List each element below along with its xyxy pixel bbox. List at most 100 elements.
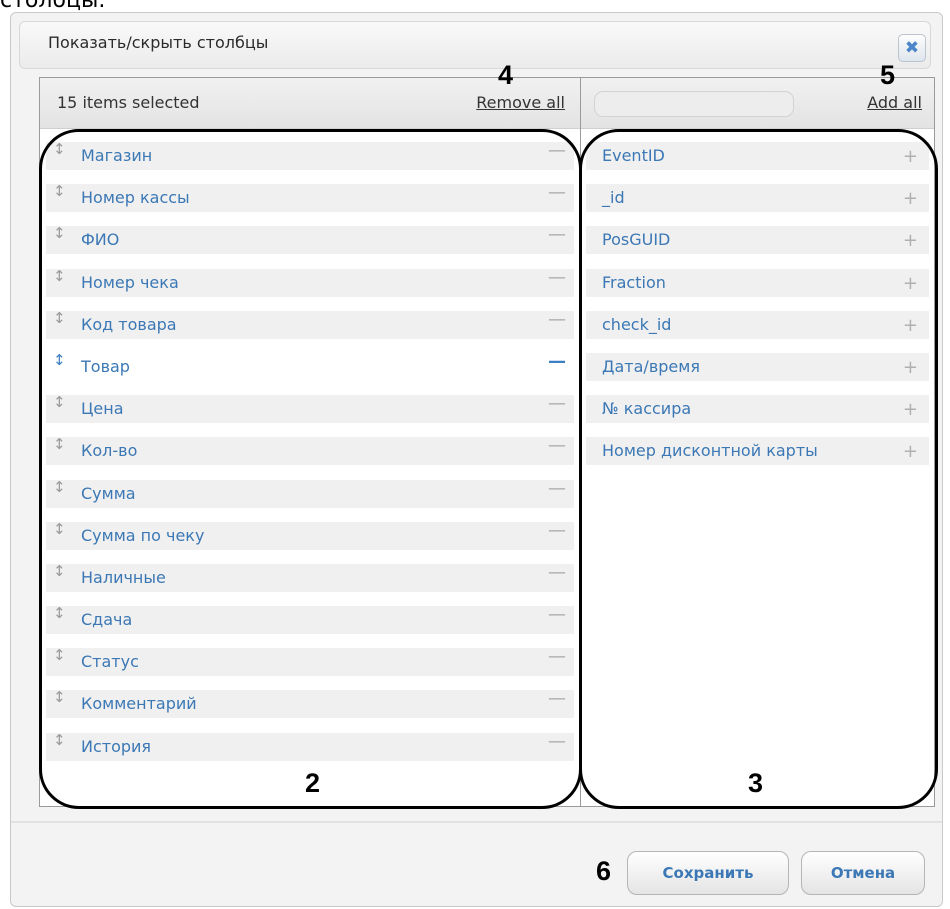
add-column-icon[interactable]: + <box>903 441 918 462</box>
remove-column-icon[interactable]: — <box>548 604 566 625</box>
column-label: История <box>81 736 152 756</box>
column-label: Номер кассы <box>81 188 190 208</box>
selected-column-row[interactable]: ↕ Магазин — <box>40 134 580 176</box>
column-label: EventID <box>602 146 665 165</box>
row-background <box>46 226 574 255</box>
selected-column-row[interactable]: ↕ Товар — <box>40 345 580 387</box>
callout-marker-2: 2 <box>305 768 321 798</box>
drag-handle-icon[interactable]: ↕ <box>53 182 66 200</box>
remove-all-link[interactable]: Remove all <box>476 93 565 112</box>
dialog-titlebar: Показать/скрыть столбцы ✖ <box>19 21 931 69</box>
add-column-icon[interactable]: + <box>903 315 918 336</box>
column-label: Fraction <box>602 272 666 292</box>
remove-column-icon[interactable]: — <box>548 520 566 541</box>
remove-column-icon[interactable]: — <box>548 140 566 161</box>
column-label: Сумма по чеку <box>81 525 205 545</box>
drag-handle-icon[interactable]: ↕ <box>53 562 66 580</box>
selected-column-row[interactable]: ↕ История — <box>40 725 580 767</box>
add-column-icon[interactable]: + <box>903 357 918 378</box>
selected-column-row[interactable]: ↕ Комментарий — <box>40 682 580 724</box>
save-button[interactable]: Сохранить <box>627 851 789 895</box>
column-label: Кол-во <box>81 441 138 461</box>
remove-column-icon[interactable]: — <box>548 182 566 203</box>
selected-column-row[interactable]: ↕ Код товара — <box>40 303 580 345</box>
selected-column-row[interactable]: ↕ Номер чека — <box>40 261 580 303</box>
column-label: Сумма <box>81 483 136 503</box>
column-label: Магазин <box>81 146 153 165</box>
remove-column-icon[interactable]: — <box>548 435 566 456</box>
drag-handle-icon[interactable]: ↕ <box>53 604 66 622</box>
add-all-link[interactable]: Add all <box>867 93 922 112</box>
column-label: Статус <box>81 652 139 672</box>
close-button[interactable]: ✖ <box>898 34 926 62</box>
selected-column-row[interactable]: ↕ Наличные — <box>40 556 580 598</box>
drag-handle-icon[interactable]: ↕ <box>53 688 66 706</box>
column-label: Дата/время <box>602 356 700 376</box>
drag-handle-icon[interactable]: ↕ <box>53 224 66 242</box>
drag-handle-icon[interactable]: ↕ <box>53 435 66 453</box>
column-label: Товар <box>81 356 130 376</box>
remove-column-icon[interactable]: — <box>548 646 566 667</box>
selected-column-row[interactable]: ↕ Сумма — <box>40 472 580 514</box>
drag-handle-icon[interactable]: ↕ <box>53 351 66 369</box>
column-label: Сдача <box>81 610 133 630</box>
remove-column-icon[interactable]: — <box>548 309 566 330</box>
add-column-icon[interactable]: + <box>903 146 918 167</box>
selected-column-row[interactable]: ↕ Кол-во — <box>40 429 580 471</box>
available-column-row[interactable]: check_id + <box>581 303 934 345</box>
callout-marker-4: 4 <box>498 60 514 90</box>
add-column-icon[interactable]: + <box>903 399 918 420</box>
remove-column-icon[interactable]: — <box>548 478 566 499</box>
cancel-button[interactable]: Отмена <box>801 851 925 895</box>
available-column-row[interactable]: Номер дисконтной карты + <box>581 429 934 471</box>
selected-column-row[interactable]: ↕ ФИО — <box>40 218 580 260</box>
drag-handle-icon[interactable]: ↕ <box>53 731 66 749</box>
available-column-row[interactable]: EventID + <box>581 134 934 176</box>
available-column-row[interactable]: Дата/время + <box>581 345 934 387</box>
row-background <box>46 395 574 424</box>
column-label: check_id <box>602 314 672 334</box>
footer-divider <box>11 821 942 823</box>
column-label: Номер дисконтной карты <box>602 441 818 461</box>
drag-handle-icon[interactable]: ↕ <box>53 309 66 327</box>
close-icon: ✖ <box>904 38 920 58</box>
remove-column-icon[interactable]: — <box>548 267 566 288</box>
remove-column-icon[interactable]: — <box>548 351 566 372</box>
selected-column-row[interactable]: ↕ Цена — <box>40 387 580 429</box>
column-label: ФИО <box>81 230 120 250</box>
selected-column-row[interactable]: ↕ Статус — <box>40 640 580 682</box>
dialog-title: Показать/скрыть столбцы <box>48 33 269 52</box>
drag-handle-icon[interactable]: ↕ <box>53 520 66 538</box>
column-label: Код товара <box>81 314 177 334</box>
add-column-icon[interactable]: + <box>903 230 918 251</box>
selected-column-row[interactable]: ↕ Номер кассы — <box>40 176 580 218</box>
columns-panel: 15 items selected Remove all ↕ Магазин — ↕ Н… <box>39 77 935 807</box>
search-input[interactable] <box>594 91 794 117</box>
drag-handle-icon[interactable]: ↕ <box>53 140 66 158</box>
selected-columns-pane: 15 items selected Remove all ↕ Магазин — ↕ Н… <box>40 78 581 806</box>
remove-column-icon[interactable]: — <box>548 731 566 752</box>
available-column-row[interactable]: Fraction + <box>581 261 934 303</box>
remove-column-icon[interactable]: — <box>548 393 566 414</box>
remove-column-icon[interactable]: — <box>548 688 566 709</box>
column-label: Наличные <box>81 567 166 587</box>
selected-column-row[interactable]: ↕ Сдача — <box>40 598 580 640</box>
remove-column-icon[interactable]: — <box>548 224 566 245</box>
available-column-row[interactable]: № кассира + <box>581 387 934 429</box>
show-hide-columns-dialog: Показать/скрыть столбцы ✖ 15 items selec… <box>10 12 943 907</box>
drag-handle-icon[interactable]: ↕ <box>53 646 66 664</box>
callout-marker-6: 6 <box>596 856 612 886</box>
remove-column-icon[interactable]: — <box>548 562 566 583</box>
drag-handle-icon[interactable]: ↕ <box>53 478 66 496</box>
column-label: Номер чека <box>81 272 179 292</box>
drag-handle-icon[interactable]: ↕ <box>53 267 66 285</box>
column-label: Цена <box>81 399 124 419</box>
drag-handle-icon[interactable]: ↕ <box>53 393 66 411</box>
selected-column-row[interactable]: ↕ Сумма по чеку — <box>40 514 580 556</box>
add-column-icon[interactable]: + <box>903 273 918 294</box>
add-column-icon[interactable]: + <box>903 188 918 209</box>
column-label: Комментарий <box>81 694 197 714</box>
available-columns-pane: Add all EventID + _id + PosGUID + Fraction + che… <box>581 78 934 806</box>
available-column-row[interactable]: _id + <box>581 176 934 218</box>
available-column-row[interactable]: PosGUID + <box>581 218 934 260</box>
